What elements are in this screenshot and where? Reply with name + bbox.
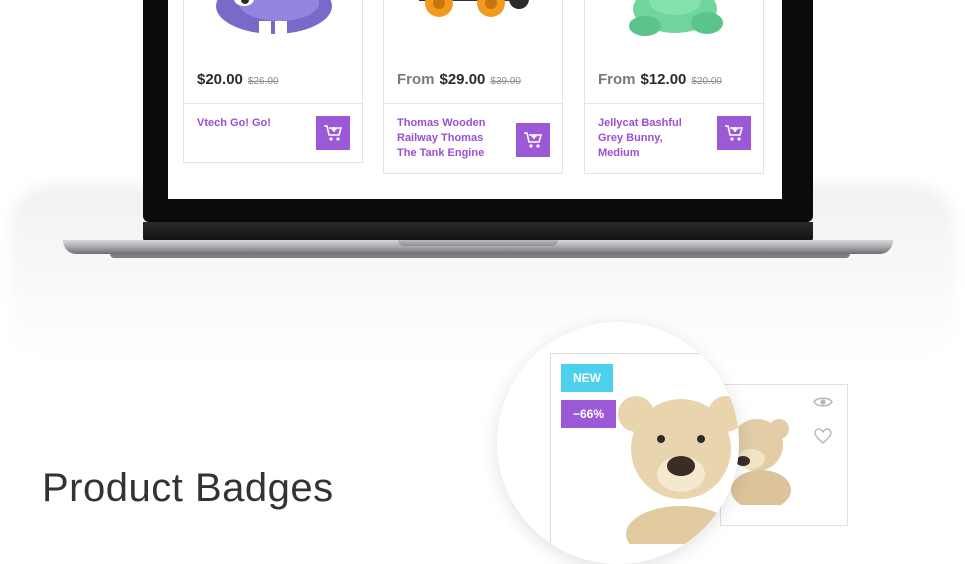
- heart-icon[interactable]: [813, 427, 833, 445]
- new-badge: NEW: [561, 364, 613, 392]
- add-to-cart-icon: [524, 132, 543, 148]
- product-image[interactable]: [384, 0, 562, 71]
- product-card-front[interactable]: NEW −66%: [550, 353, 739, 564]
- add-to-cart-button[interactable]: [316, 116, 350, 150]
- add-to-cart-icon: [324, 125, 343, 141]
- product-card[interactable]: From $29.00 $39.00 Thomas Wooden Railway…: [383, 0, 563, 174]
- product-title[interactable]: The Tank Engine: [397, 146, 502, 161]
- laptop-foot: [110, 254, 850, 258]
- price: $20.00: [197, 71, 243, 88]
- card-footer: Jellycat Bashful Grey Bunny, Medium: [585, 103, 763, 173]
- card-footer: Thomas Wooden Railway Thomas The Tank En…: [384, 103, 562, 173]
- laptop-notch: [398, 240, 558, 246]
- card-footer: Vtech Go! Go!: [184, 103, 362, 162]
- toy-bunny-image: [629, 0, 723, 36]
- product-title[interactable]: Jellycat Bashful: [598, 116, 703, 131]
- toy-train-image: [419, 0, 529, 17]
- product-card[interactable]: From $12.00 $20.00 Jellycat Bashful Grey…: [584, 0, 764, 174]
- price-from-label: From: [397, 71, 435, 88]
- price-row: From $29.00 $39.00: [384, 71, 562, 103]
- teddy-bear-image: [618, 396, 739, 544]
- price-row: $20.00 $26.00: [184, 71, 362, 103]
- product-image[interactable]: [184, 0, 362, 71]
- product-image[interactable]: [585, 0, 763, 71]
- eye-icon[interactable]: [813, 395, 833, 409]
- product-title[interactable]: Railway Thomas: [397, 131, 502, 146]
- discount-badge: −66%: [561, 400, 617, 428]
- product-title[interactable]: Thomas Wooden: [397, 116, 502, 131]
- price-row: From $12.00 $20.00: [585, 71, 763, 103]
- product-card-back[interactable]: [720, 384, 848, 526]
- product-card[interactable]: $20.00 $26.00 Vtech Go! Go!: [183, 0, 363, 163]
- product-title[interactable]: Vtech Go! Go!: [197, 116, 302, 131]
- add-to-cart-icon: [725, 125, 744, 141]
- old-price: $26.00: [247, 76, 279, 87]
- price: $12.00: [640, 71, 687, 88]
- section-heading: Product Badges: [42, 466, 334, 510]
- old-price: $20.00: [691, 76, 722, 87]
- laptop-chin: [143, 222, 813, 242]
- price: $29.00: [439, 71, 486, 88]
- old-price: $39.00: [490, 76, 521, 87]
- toy-hippo-image: [216, 0, 332, 35]
- price-from-label: From: [598, 71, 636, 88]
- add-to-cart-button[interactable]: [717, 116, 751, 150]
- product-title[interactable]: Grey Bunny, Medium: [598, 131, 703, 161]
- magnifier-circle: NEW −66%: [497, 322, 739, 564]
- add-to-cart-button[interactable]: [516, 123, 550, 157]
